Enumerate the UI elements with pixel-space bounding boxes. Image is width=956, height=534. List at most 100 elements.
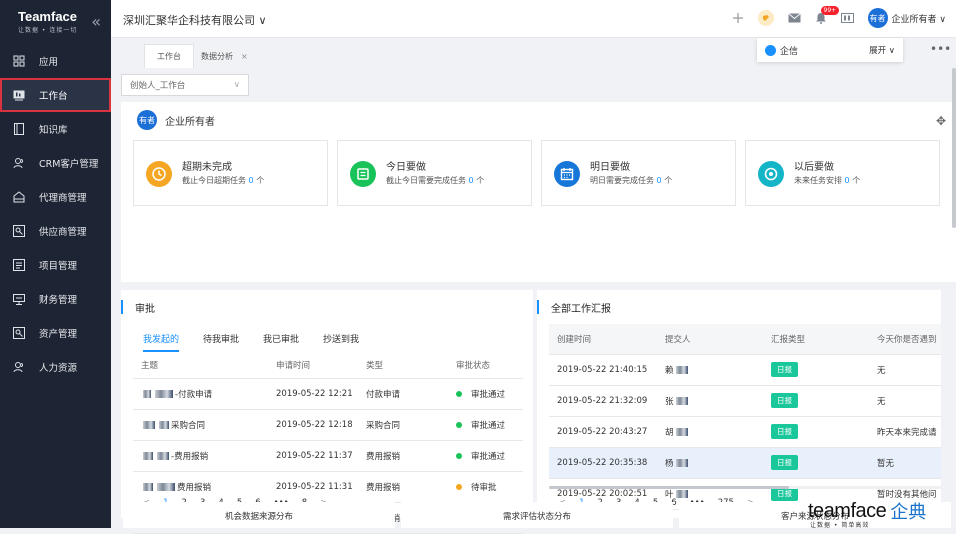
submitter-cell: 杨 bbox=[657, 447, 763, 479]
workbench-select[interactable]: 创始人_工作台 ∨ bbox=[121, 74, 249, 96]
subject-text: 费用报销 bbox=[177, 482, 212, 493]
sidebar-item-0[interactable]: 应用 bbox=[0, 44, 111, 78]
panel-icon[interactable] bbox=[840, 13, 854, 23]
column-header[interactable]: 审批状态 bbox=[448, 352, 523, 379]
time-cell: 2019-05-22 21:40:15 bbox=[549, 354, 657, 386]
tab-label: 数据分析 bbox=[201, 51, 233, 61]
close-icon[interactable]: × bbox=[241, 52, 248, 61]
redacted-text bbox=[157, 483, 175, 491]
redacted-text bbox=[155, 390, 173, 398]
report-table: 创建时间 提交人 汇报类型 今天你是否遇到 2019-05-22 21:40:15 赖日… bbox=[549, 324, 941, 510]
task-card[interactable]: 今日要做 截止今日需要完成任务 0 个 bbox=[337, 140, 532, 206]
notification-badge: 99+ bbox=[820, 6, 840, 15]
answer-cell: 暂无 bbox=[869, 447, 941, 479]
more-icon[interactable]: ••• bbox=[930, 42, 951, 56]
card-desc-text: 截止今日需要完成任务 bbox=[386, 176, 466, 185]
card-unit: 个 bbox=[256, 176, 265, 185]
workbench-icon bbox=[12, 88, 26, 102]
table-row[interactable]: 2019-05-22 20:43:27 胡 日报 昨天本来完成请 bbox=[549, 416, 941, 448]
submitter-cell: 张 bbox=[657, 385, 763, 417]
horizontal-scrollbar[interactable] bbox=[549, 486, 941, 489]
sidebar-item-1[interactable]: 工作台 bbox=[0, 78, 111, 112]
table-row[interactable]: 2019-05-22 21:32:09 张 日报 无 bbox=[549, 385, 941, 417]
sidebar-item-6[interactable]: 项目管理 bbox=[0, 248, 111, 282]
sidebar-item-label: 供应商管理 bbox=[39, 227, 87, 238]
task-card[interactable]: 以后要做 未来任务安排 0 个 bbox=[745, 140, 940, 206]
tab-workbench[interactable]: 工作台 bbox=[144, 44, 194, 68]
column-header[interactable]: 汇报类型 bbox=[763, 324, 869, 355]
vertical-scrollbar[interactable] bbox=[952, 68, 956, 228]
submitter-name: 胡 bbox=[665, 427, 674, 438]
task-card[interactable]: 明日要做 明日需要完成任务 0 个 bbox=[541, 140, 736, 206]
sidebar-item-3[interactable]: CRM客户管理 bbox=[0, 146, 111, 180]
subject-text: 采购合同 bbox=[171, 420, 206, 431]
card-count[interactable]: 0 bbox=[469, 176, 474, 185]
table-header: 创建时间 提交人 汇报类型 今天你是否遇到 bbox=[549, 324, 941, 355]
status-dot bbox=[456, 421, 462, 428]
time-cell: 2019-05-22 20:43:27 bbox=[549, 416, 657, 448]
card-count[interactable]: 0 bbox=[657, 176, 662, 185]
status-text: 审批通过 bbox=[471, 389, 506, 400]
user-menu[interactable]: 有者 企业所有者 ∨ bbox=[867, 8, 946, 28]
approval-subtab[interactable]: 我已审批 bbox=[263, 332, 299, 352]
column-header[interactable]: 申请时间 bbox=[268, 352, 358, 379]
sidebar-item-9[interactable]: 人力资源 bbox=[0, 350, 111, 384]
approval-subtab[interactable]: 我发起的 bbox=[143, 332, 180, 352]
subject-cell: 采购合同 bbox=[133, 409, 268, 441]
table-row[interactable]: 2019-05-22 21:40:15 赖 日报 无 bbox=[549, 354, 941, 386]
asset-icon bbox=[12, 326, 26, 340]
redacted-text bbox=[159, 421, 169, 429]
answer-cell: 昨天本来完成请 bbox=[869, 416, 941, 448]
table-row[interactable]: -付款申请 2019-05-22 12:21 付款申请 审批通过 bbox=[133, 378, 523, 410]
knowledge-book-icon bbox=[12, 122, 26, 136]
select-value: 创始人_工作台 bbox=[130, 81, 186, 91]
company-switcher[interactable]: 深圳汇聚华企科技有限公司 ∨ bbox=[123, 12, 267, 28]
table-row[interactable]: 2019-05-22 20:35:38 杨 日报 暂无 bbox=[549, 447, 941, 479]
column-header[interactable]: 创建时间 bbox=[549, 324, 657, 355]
move-icon[interactable]: ✥ bbox=[936, 114, 946, 128]
report-title: 全部工作汇报 bbox=[537, 300, 611, 315]
plus-icon[interactable] bbox=[732, 12, 744, 24]
status-dot bbox=[456, 483, 462, 490]
expand-button[interactable]: 展开 ∨ bbox=[869, 44, 895, 56]
sidebar-item-5[interactable]: 供应商管理 bbox=[0, 214, 111, 248]
column-header[interactable]: 提交人 bbox=[657, 324, 763, 355]
report-type-tag: 日报 bbox=[771, 424, 798, 439]
card-count[interactable]: 0 bbox=[249, 176, 254, 185]
redacted-text bbox=[675, 366, 688, 374]
sidebar-item-7[interactable]: 财务管理 bbox=[0, 282, 111, 316]
column-header[interactable]: 主题 bbox=[133, 352, 268, 379]
table-row[interactable]: 采购合同 2019-05-22 12:18 采购合同 审批通过 bbox=[133, 409, 523, 441]
owner-name: 企业所有者 bbox=[165, 116, 215, 128]
brand-name: Teamface bbox=[18, 9, 78, 24]
crm-users-icon bbox=[12, 156, 26, 170]
sidebar-item-4[interactable]: 代理商管理 bbox=[0, 180, 111, 214]
sidebar-item-label: 工作台 bbox=[39, 91, 68, 102]
top-bar: 深圳汇聚华企科技有限公司 ∨ 99+ 有者 企业所有者 ∨ bbox=[111, 0, 956, 38]
card-count[interactable]: 0 bbox=[845, 176, 850, 185]
brand-logo: Teamface 让数据 • 连接一切 « bbox=[0, 0, 111, 44]
double-chevron-left-icon[interactable]: « bbox=[91, 12, 101, 31]
clock-icon bbox=[146, 161, 172, 187]
scrollbar-thumb[interactable] bbox=[549, 486, 789, 489]
tab-data-analysis[interactable]: 数据分析 × bbox=[189, 44, 260, 68]
chart-panel-demand: 需求评估状态分布 bbox=[401, 502, 673, 528]
bell-icon[interactable]: 99+ bbox=[815, 6, 840, 24]
time-cell: 2019-05-22 20:35:38 bbox=[549, 447, 657, 479]
approval-subtab[interactable]: 待我审批 bbox=[203, 332, 239, 352]
qixin-widget[interactable]: 企信 展开 ∨ bbox=[757, 38, 903, 62]
mail-icon[interactable] bbox=[787, 13, 801, 23]
sidebar-item-8[interactable]: 资产管理 bbox=[0, 316, 111, 350]
sidebar-item-2[interactable]: 知识库 bbox=[0, 112, 111, 146]
task-card[interactable]: 超期未完成 截止今日超期任务 0 个 bbox=[133, 140, 328, 206]
status-cell: 审批通过 bbox=[448, 409, 523, 441]
column-header[interactable]: 类型 bbox=[358, 352, 448, 379]
avatar: 有者 bbox=[867, 8, 888, 28]
tag-icon[interactable] bbox=[757, 10, 774, 26]
approval-subtab[interactable]: 抄送到我 bbox=[323, 332, 359, 352]
column-header[interactable]: 今天你是否遇到 bbox=[869, 324, 941, 355]
sidebar-item-label: 人力资源 bbox=[39, 363, 78, 374]
table-row[interactable]: -费用报销 2019-05-22 11:37 费用报销 审批通过 bbox=[133, 440, 523, 472]
redacted-text bbox=[675, 490, 688, 498]
apps-grid-icon bbox=[12, 54, 26, 68]
